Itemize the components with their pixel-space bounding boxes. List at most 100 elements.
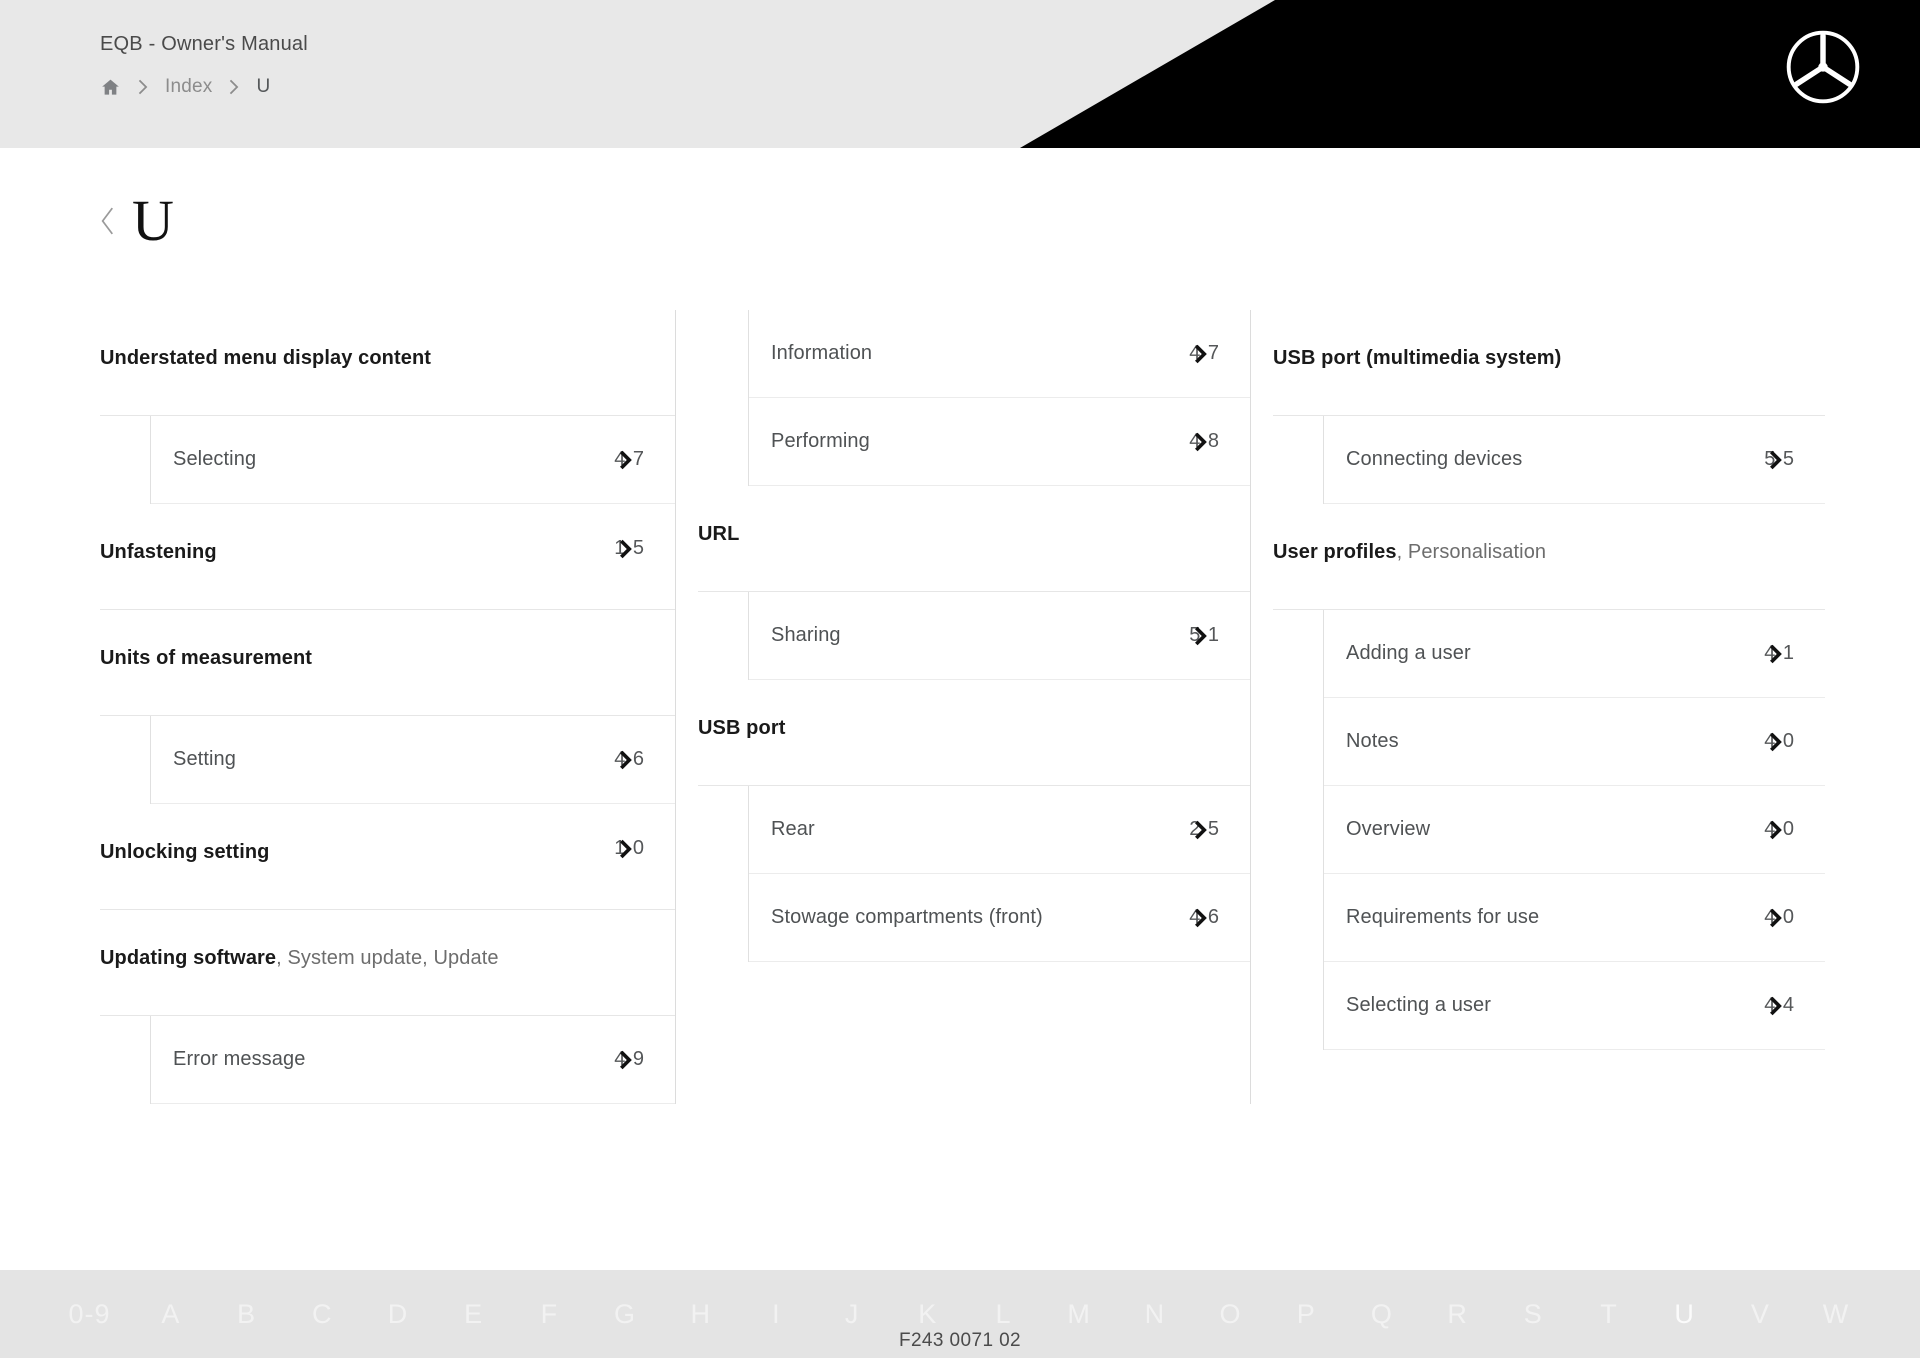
manual-title: EQB - Owner's Manual (100, 33, 308, 55)
page-title: U (132, 188, 174, 253)
chevron-right-icon (137, 79, 149, 95)
home-icon[interactable] (100, 77, 121, 98)
index-subentry-label: Connecting devices (1346, 448, 1523, 470)
index-entry-title: USB port (multimedia system) (1273, 343, 1561, 374)
page-number[interactable]: 4 6 (1180, 906, 1224, 929)
page-number[interactable]: 4 7 (1180, 342, 1224, 365)
index-entry-title-bold: Unlocking setting (100, 841, 270, 863)
index-entry-title-bold: Updating software (100, 947, 277, 969)
index-subentry[interactable]: Performing 4 8 (749, 398, 1250, 486)
index-subentry[interactable]: Error message 4 9 (151, 1016, 675, 1104)
index-subentry-label: Adding a user (1346, 642, 1471, 664)
index-subentry[interactable]: Information 4 7 (749, 310, 1250, 398)
index-entry-heading[interactable]: Unfastening 1 5 (100, 504, 675, 610)
page-number-text: 4 7 (614, 448, 645, 470)
index-subentry[interactable]: Selecting a user 4 4 (1324, 962, 1825, 1050)
index-subentry-label: Performing (771, 430, 870, 452)
page-number[interactable]: 4 8 (1180, 430, 1224, 453)
index-subentry[interactable]: Connecting devices 5 5 (1324, 416, 1825, 504)
breadcrumb: Index U (100, 76, 308, 98)
index-entry-title: Units of measurement (100, 643, 312, 674)
index-entry-heading[interactable]: Units of measurement (100, 610, 675, 716)
index-entry-heading[interactable]: User profiles, Personalisation (1273, 504, 1825, 610)
index-entry: Information 4 7 Performing 4 8 (698, 310, 1250, 486)
page-number[interactable]: 4 0 (1755, 730, 1799, 753)
index-subentry-group: Setting 4 6 (150, 716, 675, 804)
index-entry-heading[interactable]: Updating software, System update, Update (100, 910, 675, 1016)
index-entry-heading[interactable]: USB port (698, 680, 1250, 786)
index-subentry[interactable]: Notes 4 0 (1324, 698, 1825, 786)
document-code: F243 0071 02 (898, 1330, 1022, 1351)
index-entry-title-bold: Units of measurement (100, 647, 313, 669)
index-column: Information 4 7 Performing 4 8 URL Sharing 5 1… (675, 310, 1250, 1104)
index-entry-heading[interactable]: Understated menu display content (100, 310, 675, 416)
index-subentry-label: Rear (771, 818, 815, 840)
page-number[interactable]: 4 7 (605, 448, 649, 471)
index-subentry[interactable]: Requirements for use 4 0 (1324, 874, 1825, 962)
index-entry-title-bold: USB port (multimedia system) (1273, 347, 1562, 369)
page-number[interactable]: 1 0 (605, 837, 649, 860)
index-subentry-group: Information 4 7 Performing 4 8 (748, 310, 1250, 486)
index-subentry-group: Connecting devices 5 5 (1323, 416, 1825, 504)
index-subentry-group: Error message 4 9 (150, 1016, 675, 1104)
index-entry: URL Sharing 5 1 (698, 486, 1250, 680)
index-subentry-label: Setting (173, 748, 236, 770)
index-column-inner: Information 4 7 Performing 4 8 URL Sharing 5 1… (676, 310, 1250, 962)
index-entry: Understated menu display content Selectin… (100, 310, 675, 504)
page-number[interactable]: 5 1 (1180, 624, 1224, 647)
header-text-block: EQB - Owner's Manual Index U (100, 33, 308, 98)
index-entry-title: USB port (698, 713, 785, 744)
page-number-text: 4 7 (1189, 342, 1220, 364)
index-entry-title-bold: USB port (698, 717, 786, 739)
mercedes-benz-star-logo (1784, 28, 1862, 106)
index-subentry-label: Stowage compartments (front) (771, 906, 1043, 928)
breadcrumb-item-current: U (256, 76, 271, 97)
page-number-text: 4 0 (1764, 906, 1795, 928)
index-entry: USB port Rear 2 5 Stowage compartments (fro… (698, 680, 1250, 962)
index-entry: USB port (multimedia system) Connecting d… (1273, 310, 1825, 504)
chevron-left-icon[interactable] (100, 206, 116, 236)
page-number[interactable]: 4 6 (605, 748, 649, 771)
index-subentry[interactable]: Selecting 4 7 (151, 416, 675, 504)
index-subentry-label: Error message (173, 1048, 306, 1070)
page-number[interactable]: 4 0 (1755, 906, 1799, 929)
index-subentry[interactable]: Setting 4 6 (151, 716, 675, 804)
index-entry-heading[interactable]: Unlocking setting 1 0 (100, 804, 675, 910)
breadcrumb-item-index[interactable]: Index (165, 76, 212, 98)
page-number-text: 4 6 (1189, 906, 1220, 928)
index-column: USB port (multimedia system) Connecting d… (1250, 310, 1825, 1104)
page-number-text: 2 5 (1189, 818, 1220, 840)
page-number[interactable]: 1 5 (605, 537, 649, 560)
page-number-text: 4 6 (614, 748, 645, 770)
index-subentry-label: Selecting (173, 448, 257, 470)
index-subentry[interactable]: Overview 4 0 (1324, 786, 1825, 874)
index-subentry-label: Overview (1346, 818, 1431, 840)
page-title-block: U (100, 192, 174, 250)
page-number[interactable]: 4 9 (605, 1048, 649, 1071)
index-entry-title-secondary: , Personalisation (1396, 541, 1547, 563)
index-subentry[interactable]: Rear 2 5 (749, 786, 1250, 874)
page-number[interactable]: 4 4 (1755, 994, 1799, 1017)
index-entry-heading[interactable]: USB port (multimedia system) (1273, 310, 1825, 416)
app-header: EQB - Owner's Manual Index U (0, 0, 1920, 148)
index-subentry-label: Selecting a user (1346, 994, 1492, 1016)
index-entry-title: Unlocking setting (100, 837, 269, 868)
index-entry-title-bold: Understated menu display content (100, 347, 432, 369)
page-number-text: 4 4 (1764, 994, 1795, 1016)
index-entry-title: User profiles, Personalisation (1273, 537, 1546, 568)
page-number[interactable]: 4 0 (1755, 818, 1799, 841)
page-number[interactable]: 5 5 (1755, 448, 1799, 471)
index-subentry[interactable]: Stowage compartments (front) 4 6 (749, 874, 1250, 962)
page-number[interactable]: 4 1 (1755, 642, 1799, 665)
page-number-text: 1 5 (614, 537, 645, 559)
page-number-text: 5 1 (1189, 624, 1220, 646)
header-diagonal-accent (1020, 0, 1920, 148)
index-entry-heading[interactable]: URL (698, 486, 1250, 592)
index-columns: Understated menu display content Selectin… (100, 310, 1825, 1104)
page-number[interactable]: 2 5 (1180, 818, 1224, 841)
index-subentry[interactable]: Adding a user 4 1 (1324, 610, 1825, 698)
page-number-text: 4 9 (614, 1048, 645, 1070)
alphabet-navigation-bar: 0-9 A B C D E F G H I J K L M N O P Q R S T U V W F243 0071 02 (0, 1270, 1920, 1358)
index-entry-title-bold: Unfastening (100, 541, 217, 563)
index-subentry[interactable]: Sharing 5 1 (749, 592, 1250, 680)
